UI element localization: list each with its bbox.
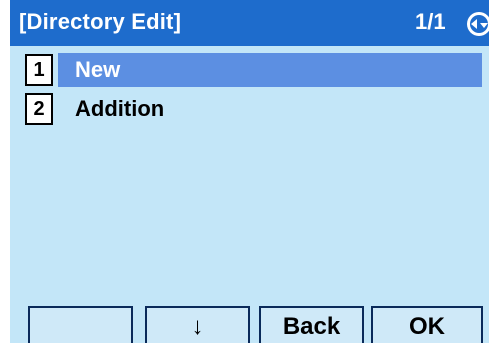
softkey-down-arrow[interactable]: ↓ <box>145 306 250 343</box>
softkey-ok[interactable]: OK <box>371 306 483 343</box>
softkey-back[interactable]: Back <box>259 306 364 343</box>
page-title: [Directory Edit] <box>19 9 182 34</box>
page-indicator: 1/1 <box>415 9 446 34</box>
menu-item-label: New <box>75 57 121 82</box>
menu-item-label: Addition <box>75 96 165 121</box>
up-down-navigation-icon <box>466 11 489 37</box>
selection-highlight <box>58 53 482 87</box>
menu-item-number: 1 <box>25 54 53 86</box>
menu-item-new[interactable]: 1 New <box>10 51 482 87</box>
softkey-1[interactable] <box>28 306 133 343</box>
menu-item-addition[interactable]: 2 Addition <box>10 90 482 125</box>
title-bar: [Directory Edit] 1/1 <box>10 0 489 46</box>
softkey-bar: ↓ Back OK <box>10 294 489 343</box>
phone-screen: [Directory Edit] 1/1 1 New 2 Addition ↓ … <box>10 0 489 343</box>
menu-item-number: 2 <box>25 93 53 125</box>
